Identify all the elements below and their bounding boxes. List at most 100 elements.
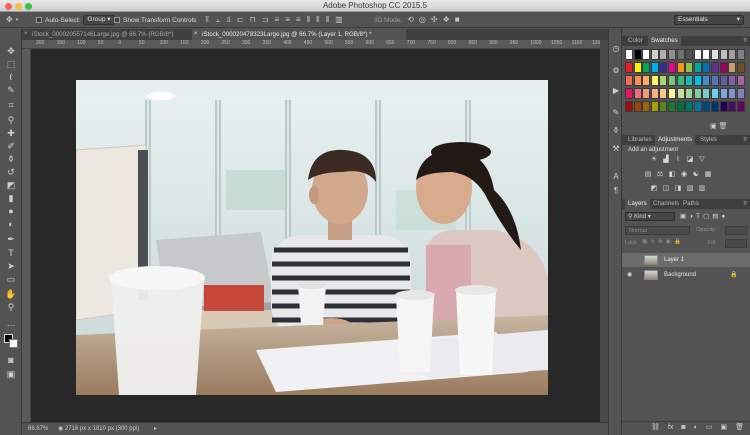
- panel-menu-icon[interactable]: ≡: [743, 135, 747, 145]
- brightness-contrast-icon[interactable]: ☀: [650, 156, 658, 164]
- swatch[interactable]: [650, 62, 659, 73]
- status-arrow-icon[interactable]: ◉: [58, 426, 63, 432]
- swatch[interactable]: [625, 101, 633, 112]
- dodge-icon[interactable]: ◐: [3, 218, 19, 231]
- swatch[interactable]: [676, 75, 685, 86]
- history-brush-icon[interactable]: ↺: [3, 166, 19, 179]
- auto-select-checkbox[interactable]: [36, 17, 42, 23]
- blur-icon[interactable]: ●: [3, 205, 19, 218]
- auto-select-dropdown[interactable]: Group ▾: [83, 15, 115, 25]
- close-tab-icon[interactable]: ×: [24, 29, 28, 40]
- tab-styles[interactable]: Styles: [697, 135, 720, 145]
- link-layers-icon[interactable]: ⛓: [651, 422, 660, 433]
- move-icon[interactable]: ✥: [3, 45, 19, 58]
- panel-menu-icon[interactable]: ≡: [743, 199, 747, 209]
- swatch[interactable]: [642, 88, 651, 99]
- layer-row-layer-1[interactable]: Layer 1: [622, 253, 750, 267]
- swatch[interactable]: [711, 62, 719, 73]
- vertical-scrollbar[interactable]: [600, 40, 608, 422]
- tab-libraries[interactable]: Libraries: [625, 135, 655, 145]
- invert-icon[interactable]: ◩: [650, 185, 658, 193]
- quick-mask-icon[interactable]: ◙: [3, 354, 19, 367]
- filter-pixel-icon[interactable]: ▣: [680, 213, 689, 220]
- swatch[interactable]: [650, 49, 659, 60]
- swatch[interactable]: [633, 88, 642, 99]
- curves-icon[interactable]: ⌇: [674, 156, 682, 164]
- lock-artboard-icon[interactable]: ▣: [666, 239, 674, 245]
- crop-icon[interactable]: ⌗: [3, 99, 19, 112]
- layer-filter-dropdown[interactable]: ⚲ Kind ▾: [625, 212, 675, 221]
- swatch[interactable]: [659, 101, 668, 112]
- quick-select-icon[interactable]: ✎: [3, 84, 19, 97]
- distribute-right-icon[interactable]: ⦀: [326, 15, 330, 25]
- swatch[interactable]: [650, 88, 659, 99]
- roll-3d-icon[interactable]: ◎: [419, 15, 426, 25]
- swatch[interactable]: [685, 49, 694, 60]
- swatch[interactable]: [633, 62, 642, 73]
- swatch[interactable]: [676, 62, 685, 73]
- swatch[interactable]: [668, 62, 676, 73]
- tab-document-2[interactable]: × iStock_000020478323Large.jpg @ 66.7% (…: [192, 29, 406, 40]
- new-adjustment-layer-icon[interactable]: ◐: [694, 422, 698, 433]
- panel-menu-icon[interactable]: ≡: [743, 36, 747, 46]
- character-panel-icon[interactable]: A: [610, 171, 622, 183]
- eyedropper-icon[interactable]: ⚲: [3, 114, 19, 127]
- hue-saturation-icon[interactable]: ▤: [644, 171, 652, 179]
- zoom-icon[interactable]: ⚲: [3, 301, 19, 314]
- fill-field[interactable]: [725, 239, 747, 248]
- filter-shape-icon[interactable]: ▢: [703, 213, 712, 220]
- swatch[interactable]: [728, 49, 737, 60]
- new-group-icon[interactable]: ▭: [706, 422, 713, 433]
- swatch[interactable]: [659, 49, 668, 60]
- align-right-icon[interactable]: ⊐: [262, 15, 269, 25]
- delete-layer-icon[interactable]: 🗑: [735, 422, 744, 433]
- tool-presets-icon[interactable]: ⚒: [610, 143, 622, 155]
- swatch[interactable]: [676, 101, 685, 112]
- swatch[interactable]: [642, 49, 651, 60]
- color-lookup-icon[interactable]: ▦: [704, 171, 712, 179]
- screen-mode-icon[interactable]: ▣: [3, 368, 19, 381]
- brush-settings-icon[interactable]: ✎: [610, 107, 622, 119]
- eye-icon[interactable]: ◉: [627, 268, 632, 282]
- pen-icon[interactable]: ✒: [3, 233, 19, 246]
- workspace-dropdown[interactable]: Essentials ▾: [674, 15, 744, 25]
- clone-stamp-icon[interactable]: ⚱: [3, 153, 19, 166]
- tab-layers[interactable]: Layers: [625, 199, 650, 209]
- move-tool-preset[interactable]: ✥ ▾: [6, 15, 18, 25]
- swatch[interactable]: [719, 75, 728, 86]
- properties-panel-icon[interactable]: ⚙: [610, 65, 622, 77]
- show-transform-checkbox[interactable]: [114, 17, 120, 23]
- eraser-icon[interactable]: ◩: [3, 179, 19, 192]
- distribute-left-icon[interactable]: ⦀: [307, 15, 311, 25]
- actions-panel-icon[interactable]: ▶: [610, 85, 622, 97]
- swatch[interactable]: [702, 49, 711, 60]
- swatch[interactable]: [711, 88, 719, 99]
- swatch[interactable]: [719, 49, 728, 60]
- swatch[interactable]: [685, 62, 694, 73]
- swatch[interactable]: [659, 75, 668, 86]
- vibrance-icon[interactable]: ▽: [698, 156, 706, 164]
- swatch[interactable]: [650, 101, 659, 112]
- new-swatch-icon[interactable]: ▣: [710, 123, 717, 130]
- swatch[interactable]: [668, 101, 676, 112]
- swatch[interactable]: [668, 49, 676, 60]
- swatch[interactable]: [736, 88, 745, 99]
- opacity-field[interactable]: [725, 226, 747, 235]
- swatch[interactable]: [719, 101, 728, 112]
- swatch[interactable]: [633, 101, 642, 112]
- black-white-icon[interactable]: ◧: [668, 171, 676, 179]
- swatch[interactable]: [728, 88, 737, 99]
- swatch[interactable]: [685, 75, 694, 86]
- close-tab-icon[interactable]: ×: [194, 29, 198, 40]
- tab-color[interactable]: Color: [625, 36, 646, 46]
- new-layer-icon[interactable]: ▣: [720, 422, 727, 433]
- swatch[interactable]: [736, 62, 745, 73]
- add-mask-icon[interactable]: ◙: [681, 422, 685, 433]
- type-icon[interactable]: T: [3, 247, 19, 260]
- swatch[interactable]: [693, 88, 702, 99]
- marquee-icon[interactable]: ⬚: [3, 58, 19, 71]
- align-bottom-icon[interactable]: ⫫: [226, 15, 231, 25]
- exposure-icon[interactable]: ◪: [686, 156, 694, 164]
- delete-swatch-icon[interactable]: 🗑: [719, 123, 728, 130]
- swatch[interactable]: [702, 101, 711, 112]
